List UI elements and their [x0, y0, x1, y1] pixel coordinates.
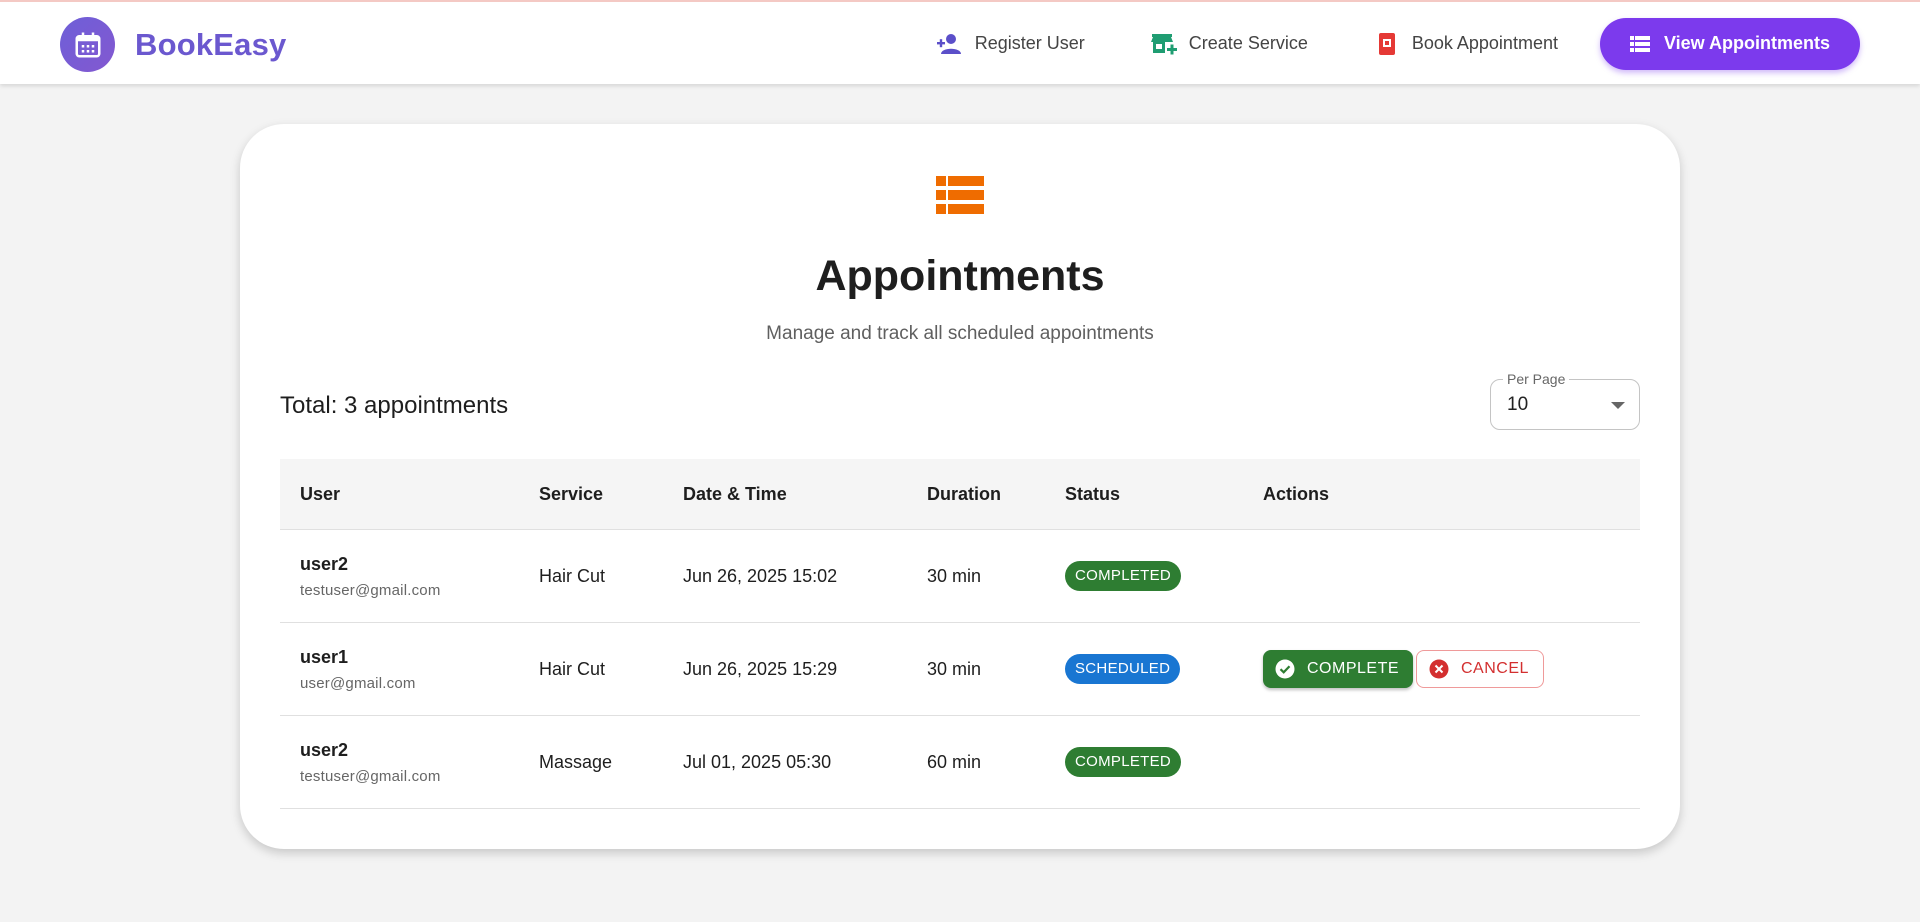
complete-button-label: COMPLETE	[1307, 660, 1400, 677]
nav-book-appointment[interactable]: Book Appointment	[1352, 17, 1580, 70]
page-title: Appointments	[815, 252, 1105, 300]
nav-create-service[interactable]: Create Service	[1129, 17, 1330, 70]
nav-register-user[interactable]: Register User	[915, 17, 1107, 70]
nav-book-appointment-label: Book Appointment	[1411, 33, 1558, 53]
cancel-button-label: CANCEL	[1461, 660, 1529, 677]
service-cell: Hair Cut	[539, 659, 606, 679]
check-circle-icon	[1275, 659, 1295, 679]
nav-view-appointments[interactable]: View Appointments	[1599, 17, 1860, 70]
appointments-table: User Service Date & Time Duration Status…	[280, 459, 1640, 809]
person-add-icon	[936, 31, 963, 57]
list-icon	[936, 176, 984, 216]
column-header-service: Service	[539, 484, 604, 504]
user-name: user2	[300, 740, 349, 760]
nav-create-service-label: Create Service	[1188, 33, 1308, 53]
per-page-value: 10	[1507, 394, 1529, 415]
column-header-status: Status	[1065, 484, 1121, 504]
table-header: User Service Date & Time Duration Status…	[280, 459, 1640, 530]
column-header-user: User	[300, 484, 341, 504]
table-row: user2 testuser@gmail.com Hair Cut Jun 26…	[280, 530, 1640, 623]
duration-cell: 30 min	[927, 566, 982, 586]
column-header-duration: Duration	[927, 484, 1001, 504]
list-icon	[1628, 32, 1652, 56]
main-nav: Register User Create Service Book Appoin…	[915, 17, 1860, 70]
status-badge: SCHEDULED	[1065, 654, 1181, 684]
duration-cell: 60 min	[927, 752, 982, 772]
service-cell: Hair Cut	[539, 566, 606, 586]
nav-view-appointments-label: View Appointments	[1663, 33, 1830, 53]
brand-name: BookEasy	[135, 26, 287, 62]
user-email: user@gmail.com	[300, 675, 416, 692]
cancel-circle-icon	[1429, 659, 1449, 679]
page-subtitle: Manage and track all scheduled appointme…	[766, 323, 1154, 344]
total-count: Total: 3 appointments	[280, 392, 509, 419]
book-icon	[1374, 31, 1400, 57]
user-name: user1	[300, 647, 349, 667]
table-row: user1 user@gmail.com Hair Cut Jun 26, 20…	[280, 623, 1640, 716]
column-header-datetime: Date & Time	[683, 484, 787, 504]
table-row: user2 testuser@gmail.com Massage Jul 01,…	[280, 716, 1640, 809]
cancel-button[interactable]: CANCEL	[1416, 650, 1544, 688]
per-page-label: Per Page	[1503, 371, 1570, 387]
duration-cell: 30 min	[927, 659, 982, 679]
chevron-down-icon	[1611, 402, 1625, 409]
calendar-icon	[60, 17, 115, 72]
store-add-icon	[1150, 31, 1177, 57]
top-nav-bar: BookEasy Register User Create Service Bo…	[0, 0, 1920, 84]
appointments-card: Appointments Manage and track all schedu…	[240, 124, 1680, 849]
brand[interactable]: BookEasy	[60, 17, 287, 72]
service-cell: Massage	[539, 752, 613, 772]
per-page-select[interactable]: Per Page 10	[1490, 371, 1640, 430]
datetime-cell: Jul 01, 2025 05:30	[683, 752, 832, 772]
user-email: testuser@gmail.com	[300, 582, 441, 599]
status-badge: COMPLETED	[1065, 747, 1182, 777]
user-email: testuser@gmail.com	[300, 768, 441, 785]
datetime-cell: Jun 26, 2025 15:02	[683, 566, 838, 586]
column-header-actions: Actions	[1263, 484, 1330, 504]
datetime-cell: Jun 26, 2025 15:29	[683, 659, 838, 679]
status-badge: COMPLETED	[1065, 561, 1182, 591]
complete-button[interactable]: COMPLETE	[1263, 650, 1414, 688]
nav-register-user-label: Register User	[974, 33, 1085, 53]
user-name: user2	[300, 554, 349, 574]
